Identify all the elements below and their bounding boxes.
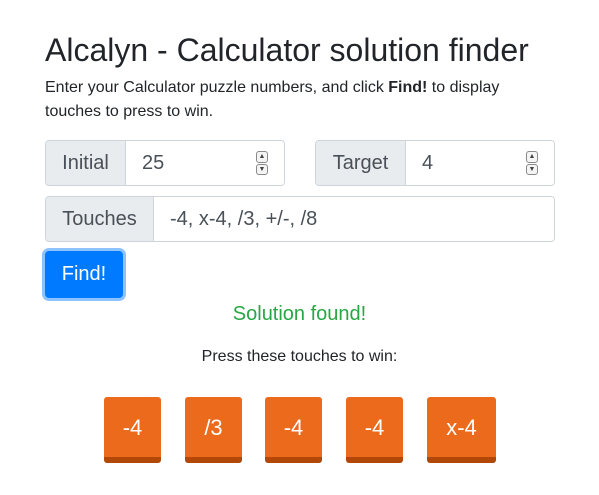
target-value: 4 [422,151,434,174]
status-message: Solution found! [232,303,367,325]
touches-input-group: Touches -4, x-4, /3, +/-, /8 [45,196,555,242]
touches-input[interactable]: -4, x-4, /3, +/-, /8 [154,197,554,241]
initial-label: Initial [46,141,126,185]
target-input[interactable]: 4 ▲ ▼ [406,141,554,185]
solution-key[interactable]: -4 [104,397,161,463]
initial-value: 25 [142,151,165,174]
initial-input-group: Initial 25 ▲ ▼ [45,140,285,186]
intro-text-before: Enter your Calculator puzzle numbers, an… [45,79,389,96]
target-spinner[interactable]: ▲ ▼ [526,151,538,175]
spinner-up-icon[interactable]: ▲ [256,151,268,163]
instruction-text: Press these touches to win: [201,348,398,365]
solution-key[interactable]: -4 [346,397,403,463]
solution-key[interactable]: -4 [265,397,322,463]
solution-key[interactable]: x-4 [427,397,496,463]
page: Alcalyn - Calculator solution finder Ent… [0,0,599,495]
touches-value: -4, x-4, /3, +/-, /8 [170,207,318,230]
spinner-down-icon[interactable]: ▼ [526,163,538,175]
touches-label: Touches [46,197,154,241]
initial-spinner[interactable]: ▲ ▼ [256,151,268,175]
solution-keys: -4 /3 -4 -4 x-4 [0,397,599,463]
page-title: Alcalyn - Calculator solution finder [45,32,529,68]
target-label: Target [316,141,406,185]
find-button[interactable]: Find! [45,251,123,298]
spinner-up-icon[interactable]: ▲ [526,151,538,163]
solution-key[interactable]: /3 [185,397,242,463]
intro-text: Enter your Calculator puzzle numbers, an… [45,76,545,124]
target-input-group: Target 4 ▲ ▼ [315,140,555,186]
intro-text-bold: Find! [388,79,428,96]
spinner-down-icon[interactable]: ▼ [256,163,268,175]
initial-input[interactable]: 25 ▲ ▼ [126,141,284,185]
